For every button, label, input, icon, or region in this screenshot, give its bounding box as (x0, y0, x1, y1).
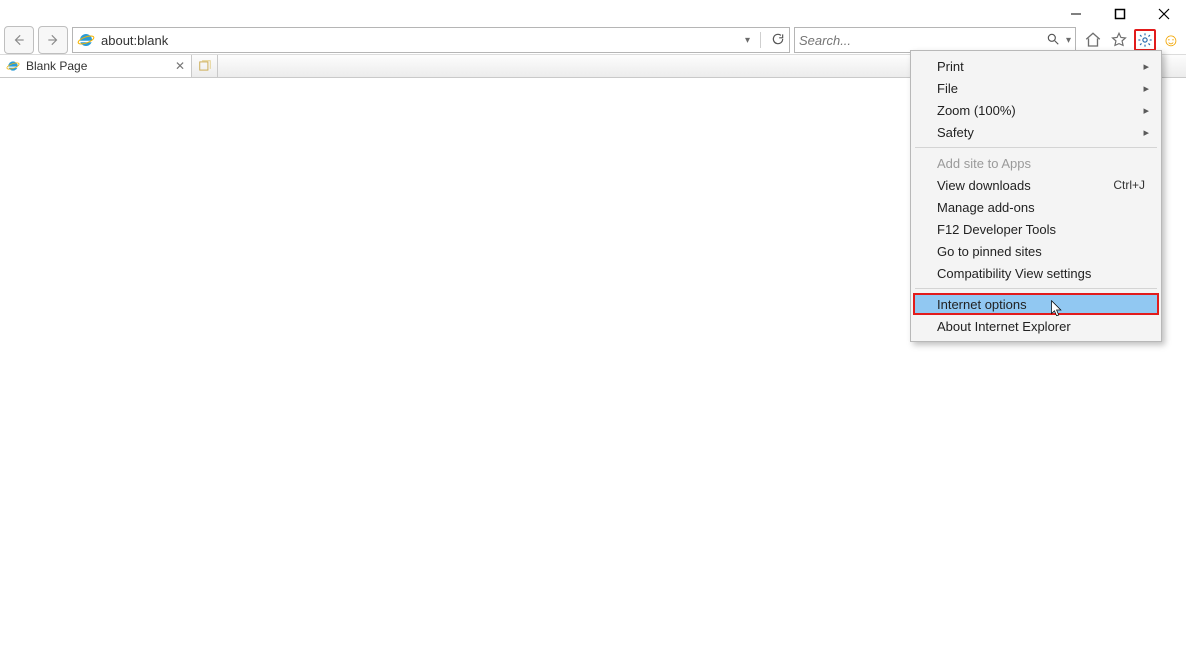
menu-separator (915, 147, 1157, 148)
menu-compatibility-view[interactable]: Compatibility View settings (913, 262, 1159, 284)
menu-shortcut: Ctrl+J (1113, 178, 1145, 192)
menu-zoom[interactable]: Zoom (100%) (913, 99, 1159, 121)
menu-label: Manage add-ons (937, 200, 1035, 215)
menu-file[interactable]: File (913, 77, 1159, 99)
address-field[interactable]: ▾ (72, 27, 790, 53)
search-menu-arrow-icon[interactable]: ▾ (1066, 35, 1071, 46)
menu-manage-addons[interactable]: Manage add-ons (913, 196, 1159, 218)
home-button[interactable] (1082, 29, 1104, 51)
menu-add-site-to-apps: Add site to Apps (913, 152, 1159, 174)
menu-label: Safety (937, 125, 974, 140)
menu-label: Print (937, 59, 964, 74)
menu-about-ie[interactable]: About Internet Explorer (913, 315, 1159, 337)
menu-pinned-sites[interactable]: Go to pinned sites (913, 240, 1159, 262)
menu-label: Add site to Apps (937, 156, 1031, 171)
minimize-button[interactable] (1054, 0, 1098, 28)
ie-icon (6, 59, 20, 73)
menu-label: Go to pinned sites (937, 244, 1042, 259)
menu-f12-dev-tools[interactable]: F12 Developer Tools (913, 218, 1159, 240)
favorites-button[interactable] (1108, 29, 1130, 51)
tools-menu: Print File Zoom (100%) Safety Add site t… (910, 50, 1162, 342)
tools-button[interactable] (1134, 29, 1156, 51)
dropdown-arrow-icon[interactable]: ▾ (745, 35, 750, 46)
tab-close-button[interactable]: ✕ (175, 59, 185, 73)
menu-label: About Internet Explorer (937, 319, 1071, 334)
tab-title: Blank Page (26, 59, 87, 73)
menu-label: View downloads (937, 178, 1031, 193)
back-button[interactable] (4, 26, 34, 54)
url-input[interactable] (99, 33, 745, 48)
menu-internet-options[interactable]: Internet options (913, 293, 1159, 315)
new-tab-button[interactable] (192, 55, 218, 77)
close-button[interactable] (1142, 0, 1186, 28)
menu-separator (915, 288, 1157, 289)
search-input[interactable] (799, 33, 1046, 48)
search-icon[interactable] (1046, 32, 1060, 49)
toolbar-right-icons: ☺ (1080, 29, 1182, 51)
separator (760, 32, 761, 48)
maximize-button[interactable] (1098, 0, 1142, 28)
feedback-button[interactable]: ☺ (1160, 29, 1182, 51)
menu-label: Zoom (100%) (937, 103, 1016, 118)
menu-view-downloads[interactable]: View downloads Ctrl+J (913, 174, 1159, 196)
menu-label: Compatibility View settings (937, 266, 1091, 281)
menu-label: File (937, 81, 958, 96)
tab-active[interactable]: Blank Page ✕ (0, 55, 192, 77)
menu-label: Internet options (937, 297, 1027, 312)
window-controls (1054, 0, 1186, 28)
menu-print[interactable]: Print (913, 55, 1159, 77)
smiley-icon: ☺ (1162, 30, 1180, 51)
refresh-button[interactable] (771, 32, 785, 49)
ie-icon (77, 31, 95, 49)
menu-safety[interactable]: Safety (913, 121, 1159, 143)
menu-label: F12 Developer Tools (937, 222, 1056, 237)
forward-button[interactable] (38, 26, 68, 54)
